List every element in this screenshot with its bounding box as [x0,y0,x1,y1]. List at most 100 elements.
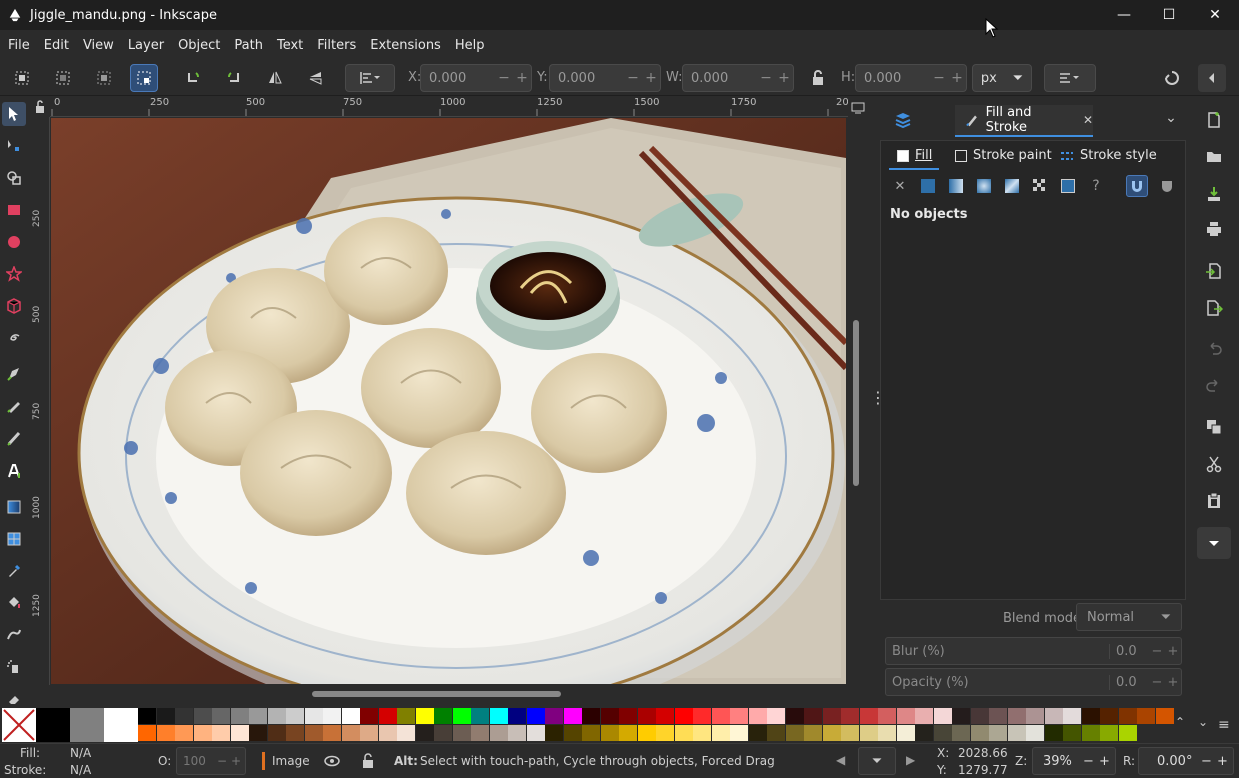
zoom-out[interactable]: − [1083,754,1099,769]
color-swatch[interactable] [508,708,527,725]
align-dropdown[interactable] [345,64,395,92]
color-swatch[interactable] [711,725,731,742]
maximize-button[interactable]: ☐ [1146,0,1192,30]
color-swatch[interactable] [748,725,768,742]
3d-box-tool-icon[interactable] [2,294,26,318]
node-tool-icon[interactable] [2,134,26,158]
rotate-cw-icon[interactable] [220,64,248,92]
color-swatch[interactable] [378,725,398,742]
zoom-field[interactable]: 39% − + [1032,747,1116,775]
prev-page-icon[interactable]: ◀ [836,753,845,767]
color-swatch[interactable] [471,725,490,742]
subtab-stroke-style[interactable]: Stroke style [1060,148,1157,163]
color-swatch[interactable] [730,725,749,742]
color-swatch[interactable] [175,725,194,742]
color-swatch[interactable] [730,708,749,725]
palette-scroll-up-icon[interactable]: ⌃ [1175,715,1185,729]
text-tool-icon[interactable] [2,459,26,483]
color-swatch[interactable] [452,708,472,725]
next-page-icon[interactable]: ▶ [906,753,915,767]
color-swatch[interactable] [841,708,860,725]
pencil-tool-icon[interactable] [2,394,26,418]
opacity-increment[interactable]: + [1165,675,1181,690]
color-swatch[interactable] [175,708,194,725]
minimize-button[interactable]: — [1101,0,1147,30]
drawing-canvas[interactable] [51,118,846,684]
no-color-swatch[interactable] [2,708,36,742]
color-swatch[interactable] [138,725,157,742]
pen-tool-icon[interactable] [2,362,26,386]
color-swatch[interactable] [489,725,509,742]
menu-object[interactable]: Object [178,38,220,53]
current-layer[interactable]: Image [272,754,310,768]
radial-gradient-icon[interactable] [973,175,995,197]
color-swatch[interactable] [841,725,860,742]
menu-extensions[interactable]: Extensions [370,38,441,53]
flat-color-icon[interactable] [917,175,939,197]
star-tool-icon[interactable] [2,262,26,286]
close-tab-icon[interactable]: ✕ [1083,113,1093,127]
color-swatch[interactable] [415,708,435,725]
menu-filters[interactable]: Filters [317,38,356,53]
dumpling-photo[interactable] [51,118,846,684]
color-swatch[interactable] [859,725,879,742]
paint-bucket-tool-icon[interactable] [2,591,26,615]
color-swatch[interactable] [138,708,157,725]
dropper-tool-icon[interactable] [2,559,26,583]
menu-text[interactable]: Text [277,38,303,53]
color-swatch[interactable] [878,708,897,725]
select-all-layers-icon[interactable] [49,64,77,92]
color-swatch[interactable] [267,708,287,725]
flip-vertical-icon[interactable] [302,64,330,92]
white-swatch[interactable] [104,708,138,742]
layers-tab-icon[interactable] [893,110,923,134]
cut-icon[interactable] [1200,450,1228,478]
color-swatch[interactable] [471,708,490,725]
y-decrement[interactable]: − [624,70,642,86]
unset-paint-icon[interactable]: ? [1085,175,1107,197]
color-swatch[interactable] [600,708,620,725]
color-swatch[interactable] [156,708,176,725]
color-swatch[interactable] [915,725,934,742]
menu-path[interactable]: Path [234,38,263,53]
vertical-scroll-thumb[interactable] [853,320,859,486]
zoom-in[interactable]: + [1099,754,1115,769]
color-swatch[interactable] [1137,708,1156,725]
h-field[interactable]: 0.000 − + [855,64,967,92]
color-swatch[interactable] [156,725,176,742]
tweak-tool-icon[interactable] [2,623,26,647]
color-swatch[interactable] [323,708,342,725]
page-select[interactable]: ⏷ [858,747,896,775]
ruler-corner[interactable] [30,97,50,117]
gray-swatch[interactable] [70,708,104,742]
vertical-ruler[interactable]: 250 500 750 1000 1250 [30,117,50,685]
import-icon[interactable] [1200,257,1228,285]
color-swatch[interactable] [804,725,823,742]
color-swatch[interactable] [415,725,435,742]
new-document-icon[interactable] [1200,106,1228,134]
color-swatch[interactable] [619,725,638,742]
menu-help[interactable]: Help [455,38,485,53]
display-mode-icon[interactable] [851,101,865,115]
color-swatch[interactable] [656,708,675,725]
rotate-increment[interactable]: + [1217,754,1233,769]
color-swatch[interactable] [341,725,361,742]
spray-tool-icon[interactable] [2,655,26,679]
ellipse-tool-icon[interactable] [2,230,26,254]
flip-horizontal-icon[interactable] [261,64,289,92]
color-swatch[interactable] [989,725,1008,742]
color-swatch[interactable] [933,708,953,725]
color-swatch[interactable] [360,725,379,742]
color-swatch[interactable] [970,708,990,725]
rotate-ccw-icon[interactable] [179,64,207,92]
palette-scroll-down-icon[interactable]: ⌄ [1198,715,1208,729]
unit-select[interactable]: px ⏷ [972,64,1032,92]
opacity-status-increment[interactable]: + [231,754,245,768]
color-swatch[interactable] [267,725,287,742]
palette-menu-icon[interactable]: ≡ [1218,717,1230,733]
shape-builder-tool-icon[interactable] [2,166,26,190]
color-swatch[interactable] [804,708,823,725]
h-increment[interactable]: + [948,70,966,86]
color-swatch[interactable] [286,708,305,725]
horizontal-ruler[interactable]: 0 250 500 750 1000 1250 1500 1750 20 [50,97,848,117]
